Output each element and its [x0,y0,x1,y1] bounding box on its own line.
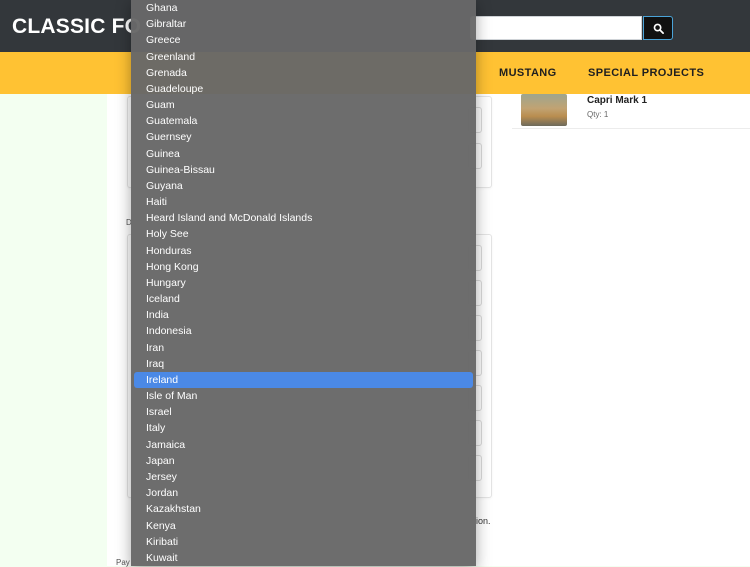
cart-item-name[interactable]: Capri Mark 1 [587,95,647,106]
dropdown-option[interactable]: Haiti [131,194,476,210]
dropdown-option[interactable]: Ireland [134,371,473,389]
dropdown-option[interactable]: Holy See [131,226,476,242]
dropdown-option[interactable]: Guyana [131,178,476,194]
dropdown-option[interactable]: Heard Island and McDonald Islands [131,210,476,226]
dropdown-option[interactable]: Guadeloupe [131,81,476,97]
dropdown-option[interactable]: Guinea-Bissau [131,162,476,178]
dropdown-option[interactable]: Jamaica [131,437,476,453]
terms-text-fragment: ion. [476,516,491,526]
site-logo[interactable]: CLASSIC FO [12,15,141,39]
cart-item: Capri Mark 1 Qty: 1 [512,94,750,129]
dropdown-option[interactable]: Indonesia [131,323,476,339]
dropdown-option[interactable]: Jersey [131,469,476,485]
dropdown-option[interactable]: Greenland [131,49,476,65]
dropdown-option[interactable]: India [131,307,476,323]
dropdown-option[interactable]: Guinea [131,146,476,162]
search-button[interactable] [643,16,673,40]
dropdown-option[interactable]: Italy [131,420,476,436]
dropdown-option[interactable]: Grenada [131,65,476,81]
nav-item-mustang[interactable]: MUSTANG [499,67,557,79]
dropdown-option[interactable]: Greece [131,32,476,48]
search-input[interactable] [470,16,642,40]
dropdown-option[interactable]: Honduras [131,243,476,259]
dropdown-option[interactable]: Jordan [131,485,476,501]
dropdown-option[interactable]: Kuwait [131,550,476,566]
dropdown-option[interactable]: Kenya [131,518,476,534]
nav-item-special-projects[interactable]: SPECIAL PROJECTS [588,67,704,79]
dropdown-option[interactable]: Hong Kong [131,259,476,275]
dropdown-option[interactable]: Ghana [131,0,476,16]
dropdown-option[interactable]: Gibraltar [131,16,476,32]
dropdown-option[interactable]: Hungary [131,275,476,291]
dropdown-option[interactable]: Guatemala [131,113,476,129]
dropdown-option[interactable]: Iran [131,340,476,356]
cart-item-qty: Qty: 1 [587,110,609,119]
country-dropdown-list[interactable]: Ghana Gibraltar Greece Greenland Grenada Guad… [131,0,476,566]
search-icon [653,23,664,34]
dropdown-option[interactable]: Iraq [131,356,476,372]
dropdown-option[interactable]: Japan [131,453,476,469]
dropdown-option[interactable]: Israel [131,404,476,420]
product-thumbnail[interactable] [521,94,567,126]
dropdown-option[interactable]: Guernsey [131,129,476,145]
dropdown-option[interactable]: Isle of Man [131,388,476,404]
dropdown-option[interactable]: Kazakhstan [131,501,476,517]
dropdown-option[interactable]: Iceland [131,291,476,307]
dropdown-option[interactable]: Guam [131,97,476,113]
dropdown-option[interactable]: Kiribati [131,534,476,550]
